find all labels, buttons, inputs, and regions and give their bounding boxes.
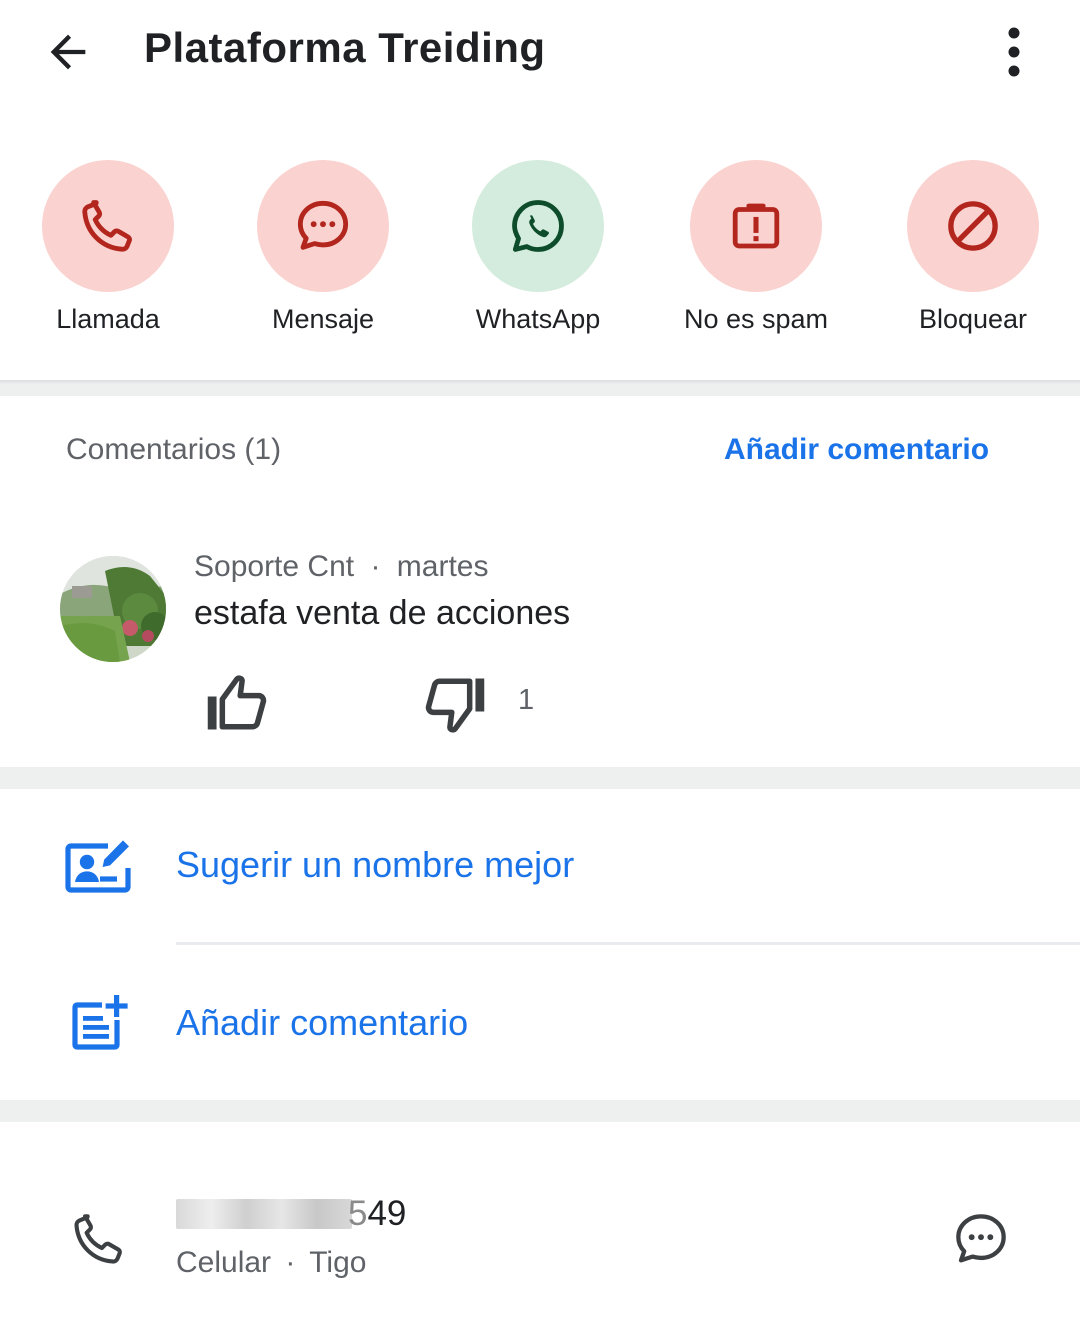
phone-icon <box>74 1214 122 1264</box>
thumbs-down-icon <box>425 678 485 733</box>
chat-bubble-icon <box>956 1214 1006 1263</box>
phone-icon <box>82 200 132 252</box>
add-comment-label: Añadir comentario <box>176 1002 469 1043</box>
action-label: Llamada <box>56 304 160 334</box>
message-button[interactable] <box>257 160 389 292</box>
note-add-icon <box>72 995 128 1050</box>
report-icon <box>732 203 780 249</box>
message-action[interactable]: Mensaje <box>223 160 423 350</box>
back-button[interactable] <box>36 20 100 84</box>
section-divider <box>0 380 1080 396</box>
dislike-count: 1 <box>518 684 535 716</box>
not-spam-action[interactable]: No es spam <box>656 160 856 350</box>
suggest-name-row[interactable]: Sugerir un nombre mejor <box>0 790 1080 940</box>
add-comment-row[interactable]: Añadir comentario <box>0 948 1080 1098</box>
call-action[interactable]: Llamada <box>8 160 208 350</box>
call-number-button[interactable] <box>64 1204 134 1274</box>
block-icon <box>948 201 998 251</box>
number-suffix: 49 <box>367 1194 407 1233</box>
redacted-digits <box>176 1199 352 1229</box>
comment-text: estafa venta de acciones <box>194 594 571 632</box>
whatsapp-icon <box>512 200 564 252</box>
chat-bubble-icon <box>297 200 349 250</box>
edit-contact-icon <box>65 840 131 893</box>
avatar <box>60 556 166 662</box>
block-button[interactable] <box>907 160 1039 292</box>
whatsapp-button[interactable] <box>472 160 604 292</box>
block-action[interactable]: Bloquear <box>873 160 1073 350</box>
meta-separator: · <box>370 550 381 583</box>
phone-number: 5 49 <box>176 1192 406 1236</box>
arrow-back-icon <box>50 34 86 70</box>
more-vertical-icon <box>1008 27 1020 77</box>
partial-digit: 5 <box>348 1194 368 1233</box>
landscape-photo-icon <box>60 556 166 662</box>
suggest-name-icon-wrap <box>62 830 134 902</box>
suggest-name-label: Sugerir un nombre mejor <box>176 844 575 885</box>
action-label: WhatsApp <box>475 304 601 334</box>
detail-separator: · <box>285 1246 296 1279</box>
number-details: Celular · Tigo <box>176 1246 366 1280</box>
more-options-button[interactable] <box>990 20 1038 84</box>
add-comment-link[interactable]: Añadir comentario <box>724 433 989 467</box>
page-title: Plataforma Treiding <box>144 24 546 71</box>
action-label: Mensaje <box>271 304 375 334</box>
list-divider <box>176 942 1080 945</box>
thumbs-up-icon <box>207 675 267 730</box>
number-type: Celular <box>176 1246 272 1279</box>
top-app-bar: Plataforma Treiding <box>0 0 1080 110</box>
dislike-button[interactable] <box>416 670 492 742</box>
section-divider <box>0 1100 1080 1122</box>
whatsapp-action[interactable]: WhatsApp <box>438 160 638 350</box>
comment-date: martes <box>396 550 489 583</box>
call-button[interactable] <box>42 160 174 292</box>
comment-meta: Soporte Cnt · martes <box>194 550 488 584</box>
action-label: Bloquear <box>918 304 1028 334</box>
like-button[interactable] <box>200 666 276 738</box>
message-number-button[interactable] <box>946 1204 1016 1274</box>
not-spam-button[interactable] <box>690 160 822 292</box>
comment-author: Soporte Cnt <box>194 550 355 583</box>
comments-title: Comentarios (1) <box>66 433 282 466</box>
action-label: No es spam <box>683 304 829 334</box>
carrier-name: Tigo <box>309 1246 367 1279</box>
section-divider <box>0 767 1080 789</box>
add-comment-icon-wrap <box>62 988 134 1060</box>
